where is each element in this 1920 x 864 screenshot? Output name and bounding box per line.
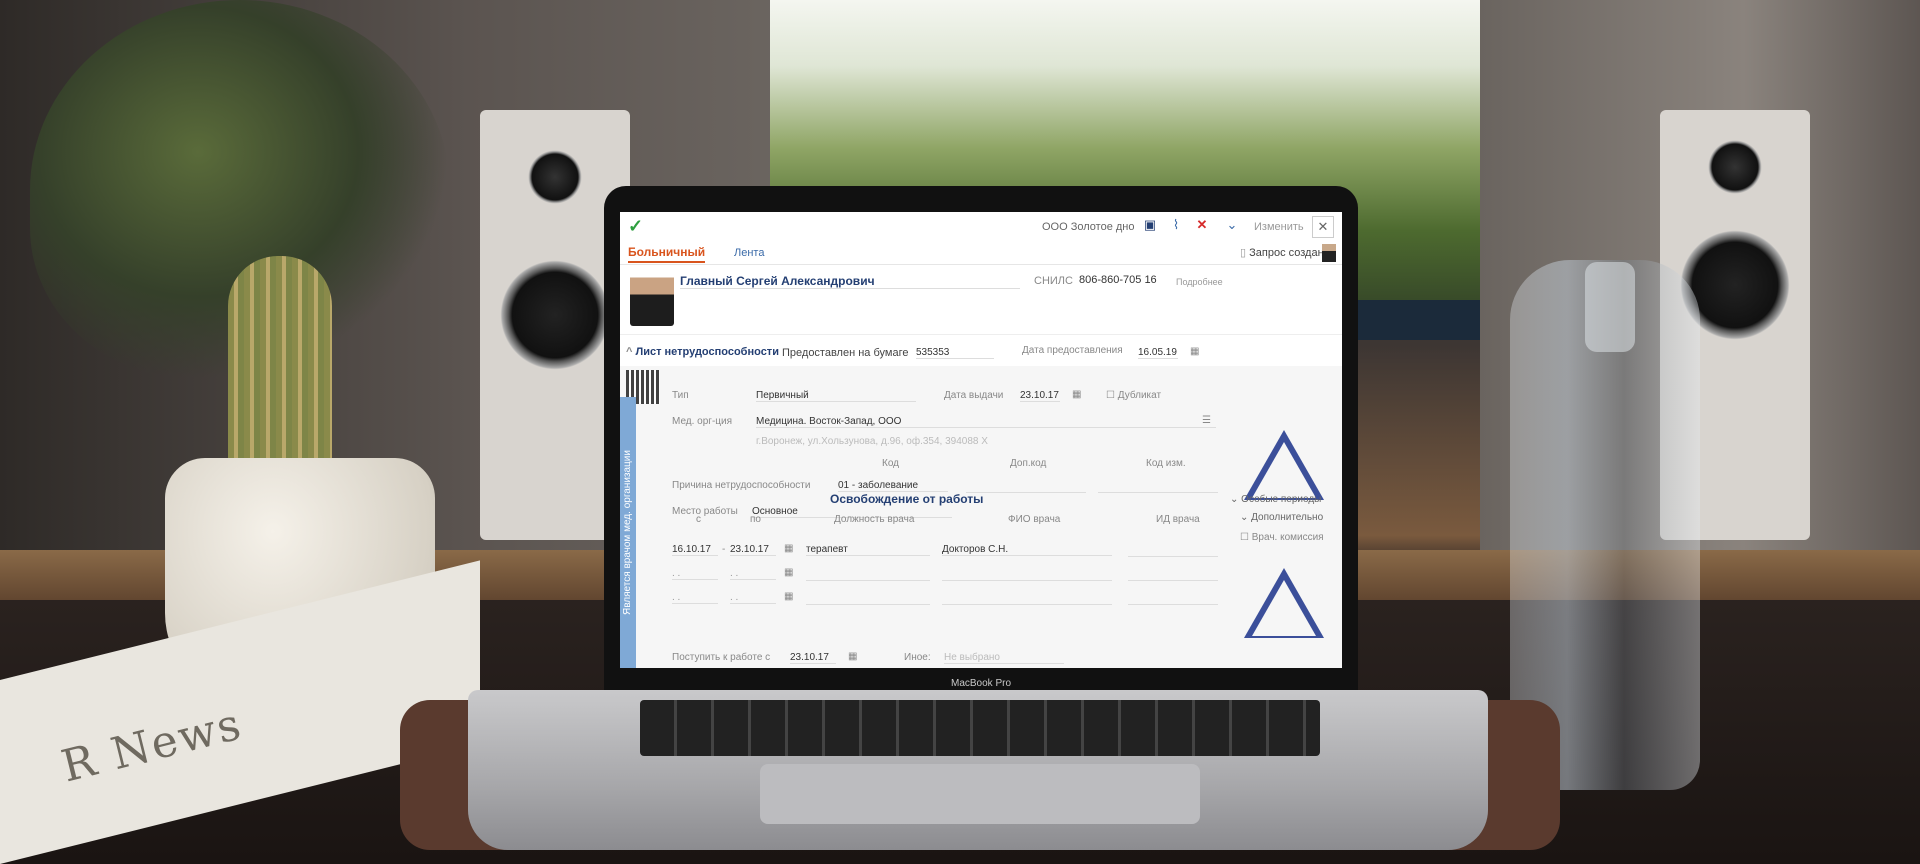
doctor-label: ФИО врача xyxy=(1008,514,1061,525)
clipboard-icon[interactable]: ▣ xyxy=(1142,217,1158,233)
doctor-field-1[interactable]: Докторов С.Н. xyxy=(942,544,1112,556)
calendar-icon[interactable]: ▦ xyxy=(784,567,793,578)
document-icon: ▯ xyxy=(1240,247,1250,259)
photo-background: R News MacBook Pro ✓ ООО Золотое дно ▣ ⌇… xyxy=(0,0,1920,864)
sick-leave-section-header: ^ Лист нетрудоспособности Предоставлен н… xyxy=(620,340,1342,364)
release-from-2[interactable]: . . xyxy=(672,568,718,580)
calendar-icon[interactable]: ▦ xyxy=(784,543,793,554)
patient-name[interactable]: Главный Сергей Александрович xyxy=(680,274,1020,289)
doctor-id-field-1[interactable] xyxy=(1128,544,1218,557)
release-to-2[interactable]: . . xyxy=(730,568,776,580)
section-title[interactable]: ^ Лист нетрудоспособности xyxy=(626,346,779,358)
laptop-keyboard xyxy=(640,700,1320,756)
toolbar: ✓ ООО Золотое дно ▣ ⌇ ✕ ⌄ Изменить ✕ xyxy=(620,212,1342,240)
to-label: по xyxy=(750,514,761,525)
status-text: ▯ Запрос создан xyxy=(1240,247,1324,259)
check-icon[interactable]: ✓ xyxy=(628,216,643,237)
bottle-neck xyxy=(1585,262,1635,352)
snils-label: СНИЛС xyxy=(1034,275,1073,287)
additional-toggle[interactable]: ⌄ Дополнительно xyxy=(1240,512,1323,523)
dash: - xyxy=(722,544,726,555)
date-provided-field[interactable]: 16.05.19 xyxy=(1138,347,1178,359)
form-area xyxy=(620,366,1342,668)
code-label: Код xyxy=(882,458,900,469)
workplace-label: Место работы xyxy=(672,506,738,517)
patient-header: Главный Сергей Александрович СНИЛС 806-8… xyxy=(620,266,1342,335)
doctor-field-3[interactable] xyxy=(942,592,1112,605)
app-window: ✓ ООО Золотое дно ▣ ⌇ ✕ ⌄ Изменить ✕ Бол… xyxy=(620,212,1342,668)
laptop-brand-label: MacBook Pro xyxy=(950,678,1012,689)
address-text: г.Воронеж, ул.Хользунова, д.96, оф.354, … xyxy=(756,436,988,447)
stamp-inner xyxy=(1252,442,1316,498)
date-provided-label: Дата предоставления xyxy=(1022,345,1123,356)
med-org-field[interactable]: Медицина. Восток-Запад, ООО xyxy=(756,416,1216,428)
laptop-trackpad xyxy=(760,764,1200,824)
issue-date-field[interactable]: 23.10.17 xyxy=(1020,390,1060,402)
patient-photo xyxy=(630,272,674,326)
doctor-id-field-3[interactable] xyxy=(1128,592,1218,605)
other-field[interactable]: Не выбрано xyxy=(944,652,1064,664)
type-label: Тип xyxy=(672,390,689,401)
stamp-inner xyxy=(1252,580,1316,636)
paper-label: Предоставлен на бумаге xyxy=(782,347,909,359)
commission-checkbox[interactable]: ☐ Врач. комиссия xyxy=(1240,532,1324,543)
tab-feed[interactable]: Лента xyxy=(734,247,764,259)
codechange-label: Код изм. xyxy=(1146,458,1186,469)
doctor-id-label: ИД врача xyxy=(1156,514,1200,525)
tab-sick-leave[interactable]: Больничный xyxy=(628,245,706,263)
side-band: Является врачом мед. организации xyxy=(620,397,636,668)
addcode-label: Доп.код xyxy=(1010,458,1047,469)
paper-number-field[interactable]: 535353 xyxy=(916,347,994,359)
reason-field[interactable]: 01 - заболевание xyxy=(838,480,948,492)
type-field[interactable]: Первичный xyxy=(756,390,916,402)
duplicate-checkbox[interactable]: ☐ Дубликат xyxy=(1106,390,1161,401)
release-title: Освобождение от работы xyxy=(830,492,984,506)
calendar-icon[interactable]: ▦ xyxy=(1072,389,1081,400)
calendar-icon[interactable]: ▦ xyxy=(1190,346,1199,357)
release-from-3[interactable]: . . xyxy=(672,592,718,604)
calendar-icon[interactable]: ▦ xyxy=(784,591,793,602)
from-label: с xyxy=(696,514,701,525)
position-label: Должность врача xyxy=(834,514,915,525)
chevron-down-icon[interactable]: ⌄ xyxy=(1224,217,1240,233)
close-icon[interactable]: ✕ xyxy=(1312,216,1334,238)
doctor-id-field-2[interactable] xyxy=(1128,568,1218,581)
issue-date-label: Дата выдачи xyxy=(944,390,1004,401)
return-date-field[interactable]: 23.10.17 xyxy=(790,652,836,664)
calendar-icon[interactable]: ▦ xyxy=(848,651,857,662)
list-icon[interactable]: ☰ xyxy=(1202,415,1211,426)
other-label: Иное: xyxy=(904,652,931,663)
delete-icon[interactable]: ✕ xyxy=(1194,217,1210,233)
addcode-field[interactable] xyxy=(966,480,1086,493)
doctor-field-2[interactable] xyxy=(942,568,1112,581)
codechange-field[interactable] xyxy=(1098,480,1218,493)
position-field-1[interactable]: терапевт xyxy=(806,544,930,556)
special-periods-toggle[interactable]: ⌄ Особые периоды xyxy=(1230,494,1321,505)
release-to-1[interactable]: 23.10.17 xyxy=(730,544,776,556)
paperclip-icon[interactable]: ⌇ xyxy=(1168,217,1184,233)
med-org-label: Мед. орг-ция xyxy=(672,416,733,427)
release-from-1[interactable]: 16.10.17 xyxy=(672,544,718,556)
more-link[interactable]: Подробнее xyxy=(1176,277,1223,287)
user-avatar[interactable] xyxy=(1322,244,1336,262)
change-button[interactable]: Изменить xyxy=(1254,221,1304,233)
company-name[interactable]: ООО Золотое дно xyxy=(1042,221,1134,233)
position-field-2[interactable] xyxy=(806,568,930,581)
position-field-3[interactable] xyxy=(806,592,930,605)
release-to-3[interactable]: . . xyxy=(730,592,776,604)
return-label: Поступить к работе с xyxy=(672,652,771,663)
tab-bar: Больничный Лента ▯ Запрос создан xyxy=(620,242,1342,265)
snils-value[interactable]: 806-860-705 16 xyxy=(1079,274,1157,286)
reason-label: Причина нетрудоспособности xyxy=(672,480,811,491)
